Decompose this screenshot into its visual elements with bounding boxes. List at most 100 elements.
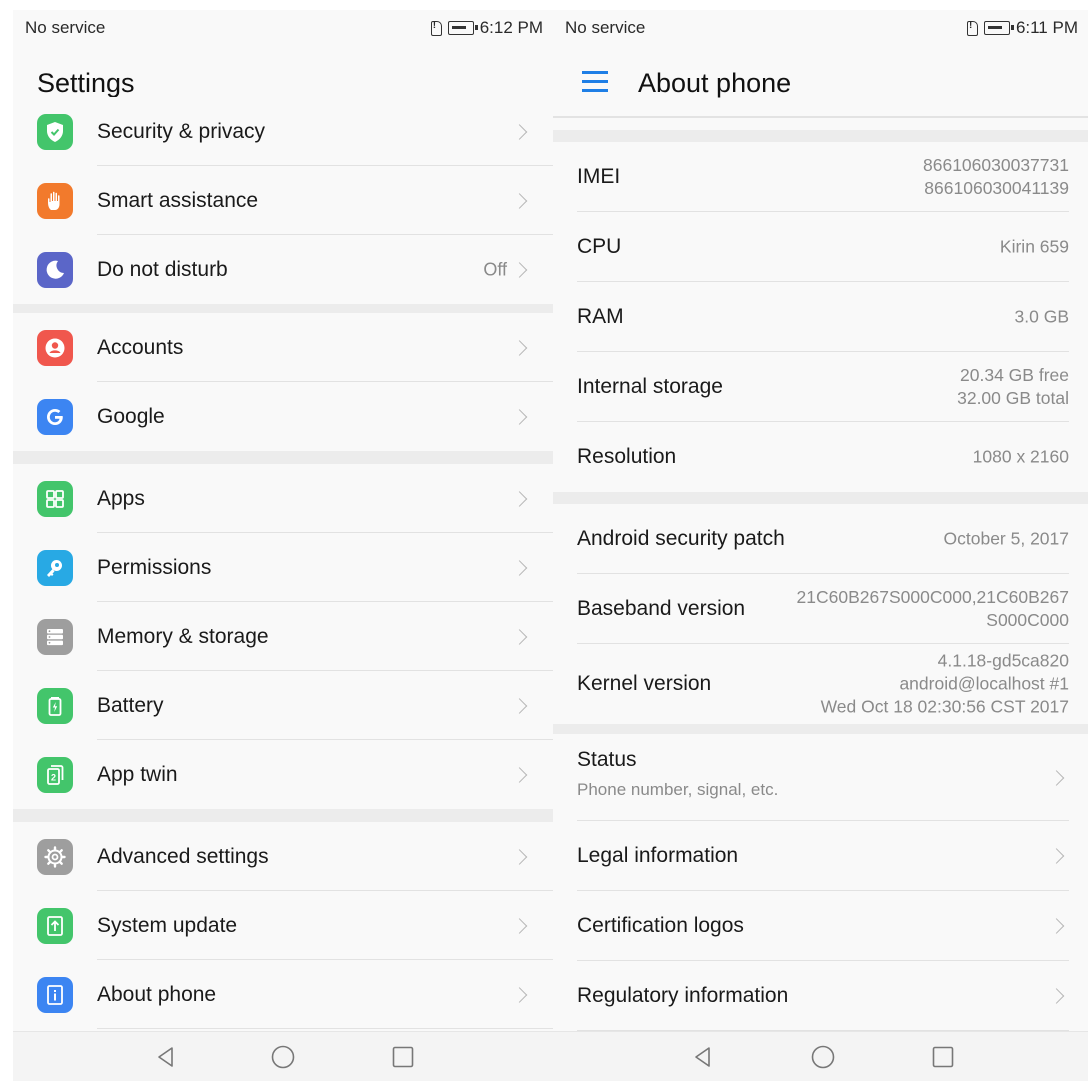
- clock: 6:11 PM: [1015, 18, 1078, 37]
- chevron-right-icon: [511, 766, 528, 783]
- settings-item-label: App twin: [97, 762, 178, 786]
- section-gap: [553, 492, 1088, 504]
- info-label: Android security patch: [577, 527, 785, 550]
- info-label: Resolution: [577, 445, 677, 468]
- navigation-bar: [553, 1031, 1088, 1081]
- link-regulatory-information[interactable]: Regulatory information: [553, 961, 1088, 1031]
- info-label: Kernel version: [577, 672, 712, 695]
- chevron-right-icon: [511, 192, 528, 209]
- link-label: Regulatory information: [577, 984, 789, 1007]
- status-bar: No service 6:11 PM: [553, 10, 1088, 46]
- info-row-resolution: Resolution 1080 x 2160: [553, 422, 1088, 492]
- settings-item-do-not-disturb[interactable]: Do not disturb Off: [13, 235, 553, 304]
- settings-item-permissions[interactable]: Permissions: [13, 533, 553, 602]
- section-gap: [13, 304, 553, 313]
- shield-icon: [37, 113, 73, 150]
- chevron-right-icon: [511, 408, 528, 425]
- link-label: Certification logos: [577, 914, 744, 937]
- settings-item-label: Memory & storage: [97, 624, 269, 648]
- settings-item-label: About phone: [97, 982, 217, 1006]
- chevron-right-icon: [511, 697, 528, 714]
- info-value-line: android@localhost #1: [899, 673, 1069, 694]
- app-twin-icon: 2: [37, 756, 73, 793]
- page-title: About phone: [638, 68, 792, 98]
- info-value-line: 32.00 GB total: [957, 388, 1069, 408]
- status-row[interactable]: Status Phone number, signal, etc.: [553, 734, 1088, 821]
- settings-item-label: Advanced settings: [97, 844, 269, 868]
- info-value-line: 20.34 GB free: [960, 365, 1069, 385]
- info-value-line: 866106030037731: [923, 155, 1069, 175]
- section-gap: [553, 130, 1088, 142]
- chevron-right-icon: [511, 261, 528, 278]
- navigation-bar: [13, 1031, 553, 1081]
- settings-item-google[interactable]: Google: [13, 382, 553, 451]
- settings-item-memory-storage[interactable]: Memory & storage: [13, 602, 553, 671]
- settings-item-accounts[interactable]: Accounts: [13, 313, 553, 382]
- settings-item-system-update[interactable]: System update: [13, 891, 553, 960]
- home-icon[interactable]: [810, 1044, 836, 1070]
- info-value-line: Wed Oct 18 02:30:56 CST 2017: [820, 696, 1069, 717]
- chevron-right-icon: [511, 339, 528, 356]
- settings-item-battery[interactable]: Battery: [13, 671, 553, 740]
- section-gap: [13, 451, 553, 464]
- chevron-right-icon: [1048, 988, 1065, 1004]
- info-value-line: October 5, 2017: [943, 528, 1070, 549]
- info-value-line: 4.1.18-gd5ca820: [937, 650, 1069, 671]
- settings-item-security-privacy[interactable]: Security & privacy: [13, 97, 553, 166]
- settings-item-label: Apps: [97, 486, 145, 510]
- page-title: Settings: [37, 68, 135, 98]
- gear-icon: [37, 838, 73, 875]
- key-icon: [37, 549, 73, 586]
- settings-item-smart-assistance[interactable]: Smart assistance: [13, 166, 553, 235]
- menu-icon[interactable]: [582, 71, 608, 93]
- settings-item-apps[interactable]: Apps: [13, 464, 553, 533]
- status-title: Status: [577, 748, 637, 771]
- info-value: 21C60B267S000C000,21C60B267 S000C000: [797, 586, 1069, 632]
- carrier-label: No service: [565, 18, 646, 37]
- section-gap: [13, 809, 553, 822]
- info-row-baseband-version: Baseband version 21C60B267S000C000,21C60B…: [553, 574, 1088, 644]
- about-phone-screen: No service 6:11 PM About phone IMEI 86610…: [553, 10, 1088, 1081]
- settings-screen: No service 6:12 PM Settings Security & p…: [13, 10, 553, 1081]
- info-icon: [37, 976, 73, 1013]
- google-icon: [37, 398, 73, 435]
- sim-alert-icon: [966, 20, 978, 36]
- info-label: CPU: [577, 235, 622, 258]
- account-icon: [37, 329, 73, 366]
- hand-icon: [37, 182, 73, 219]
- back-icon[interactable]: [153, 1044, 179, 1070]
- back-icon[interactable]: [690, 1044, 716, 1070]
- carrier-label: No service: [25, 18, 106, 37]
- info-value: 4.1.18-gd5ca820 android@localhost #1 Wed O…: [821, 650, 1069, 719]
- settings-item-about-phone[interactable]: About phone: [13, 960, 553, 1029]
- settings-item-value: Off: [483, 259, 507, 279]
- info-value-line: 21C60B267S000C000,21C60B267: [796, 587, 1069, 607]
- info-value-line: Kirin 659: [999, 236, 1069, 257]
- settings-item-label: Accounts: [97, 335, 184, 359]
- recents-icon[interactable]: [390, 1044, 416, 1070]
- chevron-right-icon: [1048, 918, 1065, 934]
- settings-item-label: Do not disturb: [97, 257, 228, 281]
- chevron-right-icon: [1048, 769, 1065, 786]
- info-label: Internal storage: [577, 375, 723, 398]
- settings-item-label: Security & privacy: [97, 119, 266, 143]
- settings-item-label: Permissions: [97, 555, 212, 579]
- home-icon[interactable]: [270, 1044, 296, 1070]
- title-bar: About phone: [553, 46, 1088, 118]
- info-value: Kirin 659: [1000, 236, 1069, 259]
- info-value: 866106030037731 866106030041139: [923, 154, 1069, 200]
- status-subtitle: Phone number, signal, etc.: [577, 780, 779, 799]
- chevron-right-icon: [511, 848, 528, 865]
- settings-item-app-twin[interactable]: 2 App twin: [13, 740, 553, 809]
- info-label: RAM: [577, 305, 624, 328]
- settings-item-advanced-settings[interactable]: Advanced settings: [13, 822, 553, 891]
- link-certification-logos[interactable]: Certification logos: [553, 891, 1088, 961]
- chevron-right-icon: [511, 986, 528, 1003]
- link-legal-information[interactable]: Legal information: [553, 821, 1088, 891]
- battery-charging-icon: [447, 21, 478, 35]
- settings-item-label: Smart assistance: [97, 188, 259, 212]
- info-row-android-security-patch: Android security patch October 5, 2017: [553, 504, 1088, 574]
- recents-icon[interactable]: [930, 1044, 956, 1070]
- info-value: 1080 x 2160: [973, 446, 1069, 469]
- section-gap: [553, 724, 1088, 734]
